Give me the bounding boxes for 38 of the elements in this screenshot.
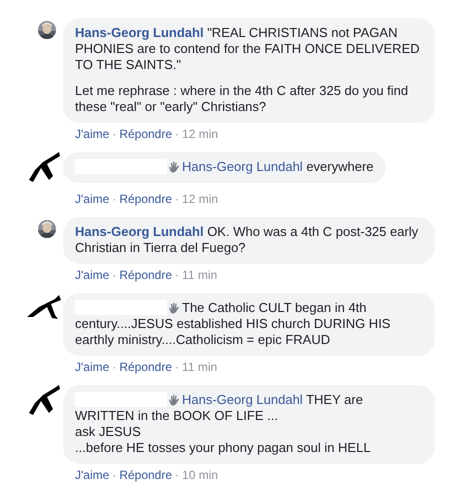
hand-icon [168,161,180,173]
reply-link[interactable]: Répondre [119,127,172,141]
comment-text: Hans-Georg Lundahl "REAL CHRISTIANS not PAGAN PHONIES are to contend for the FAITH ONCE DELIVERED TO THE SAINTS." [75,25,421,73]
comment-text: Hans-Georg Lundahl THEY are WRITTEN in the BOOK OF LIFE ... ask JESUS ...before HE tosses your phony pagan soul in HELL [75,392,372,456]
reply-link[interactable]: Répondre [119,192,172,206]
separator-dot: · [175,192,180,206]
separator-dot: · [175,468,180,482]
separator-dot: · [112,192,116,206]
author-link[interactable]: Hans-Georg Lundahl [75,25,204,40]
like-link[interactable]: J'aime [75,360,110,374]
comment-time: 12 min [182,127,218,141]
separator-dot: · [112,360,116,374]
separator-dot: · [112,127,116,141]
separator-dot: · [112,268,116,282]
hand-icon [168,302,180,314]
separator-dot: · [112,468,116,482]
like-link[interactable]: J'aime [75,268,110,282]
separator-dot: · [175,127,180,141]
comment-text: Hans-Georg Lundahl everywhere [75,159,374,175]
mention-link[interactable]: Hans-Georg Lundahl [182,392,303,407]
comment-time: 11 min [182,268,218,282]
reply-link[interactable]: Répondre [119,268,172,282]
like-link[interactable]: J'aime [75,468,110,482]
like-link[interactable]: J'aime [75,127,110,141]
separator-dot: · [175,268,180,282]
comment-time: 11 min [182,360,218,374]
author-link[interactable]: Hans-Georg Lundahl [75,224,204,239]
comment-text: Let me rephrase : where in the 4th C after 325 do you find these "real" or "early" Christians? [75,83,410,115]
like-link[interactable]: J'aime [75,192,110,206]
comment-text: Hans-Georg Lundahl OK. Who was a 4th C post-325 early Christian in Tierra del Fuego? [75,224,420,256]
reply-link[interactable]: Répondre [119,360,172,374]
mention-link[interactable]: Hans-Georg Lundahl [182,159,303,174]
reply-link[interactable]: Répondre [119,468,172,482]
comment-time: 10 min [182,468,218,482]
separator-dot: · [175,360,180,374]
hand-icon [168,394,180,406]
comment-time: 12 min [182,192,218,206]
comment-text: The Catholic CULT began in 4th century....JESUS established HIS church DURING HIS earthly ministry....Catholicism = epic FRAUD [75,300,392,348]
